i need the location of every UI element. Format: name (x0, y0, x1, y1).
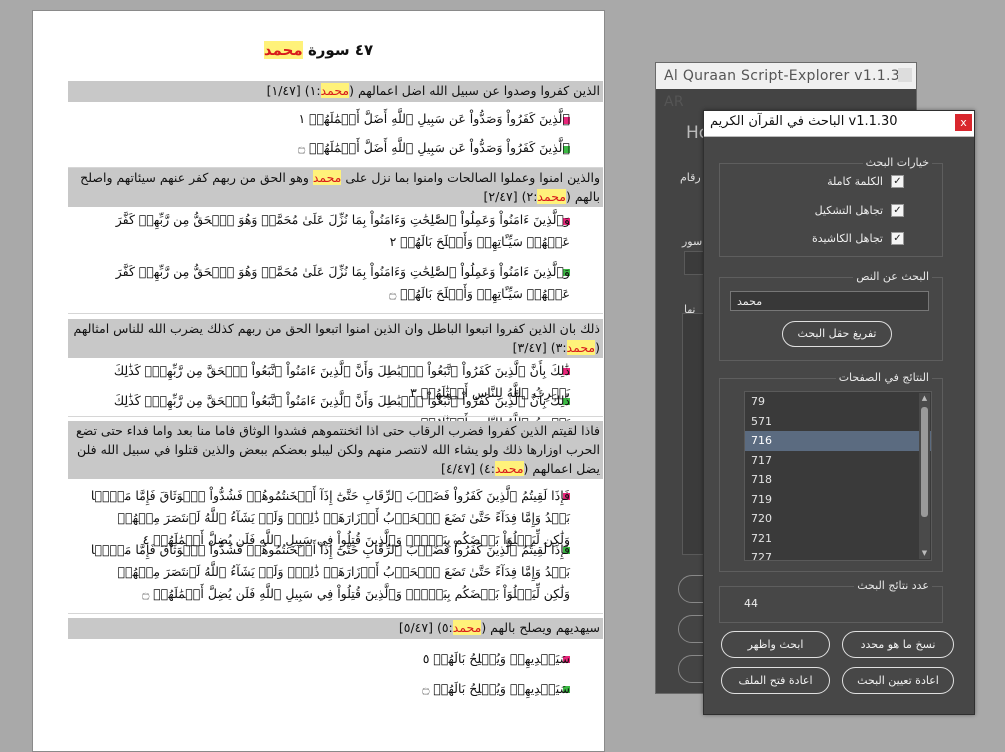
main-window-close-button[interactable] (898, 68, 912, 82)
separator (68, 313, 603, 314)
reset-search-button[interactable]: اعادة تعيين البحث (842, 667, 954, 694)
result-page-item-selected[interactable]: 716 (745, 431, 931, 451)
whole-word-label: الكلمة كاملة (827, 175, 883, 188)
verse-text: فَإِذَا لَقِيتُمُ ٱلَّذِينَ كَفَرُواْ فَ… (90, 542, 570, 601)
band-highlight: محمد (312, 170, 342, 185)
verse-text: ٱلَّذِينَ كَفَرُواْ وَصَدُّواْ عَن سَبِي… (297, 140, 570, 155)
search-text-label: البحث عن النص (853, 270, 932, 283)
scroll-thumb[interactable] (921, 407, 928, 517)
scroll-down-icon[interactable]: ▼ (920, 549, 929, 558)
result-page-item[interactable]: 719 (745, 490, 931, 510)
ignore-diacritics-label: تجاهل التشكيل (814, 204, 883, 217)
search-result-band: ذلك بان الذين كفروا اتبعوا الباطل وان ال… (68, 319, 603, 358)
band-highlight: محمد (566, 340, 596, 355)
search-result-band: فاذا لقيتم الذين كفروا فضرب الرقاب حتى ا… (68, 421, 603, 479)
scroll-up-icon[interactable]: ▲ (920, 394, 929, 403)
verse-text: سَيَهۡدِيهِمۡ وَيُصۡلِحُ بَالَهُمۡ ٥ (422, 651, 570, 666)
result-page-item[interactable]: 721 (745, 529, 931, 549)
verse-text: ٱلَّذِينَ كَفَرُواْ وَصَدُّواْ عَن سَبِي… (298, 111, 570, 126)
verse-text: وَٱلَّذِينَ ءَامَنُواْ وَعَمِلُواْ ٱلصَّ… (115, 264, 570, 301)
band-ref: :٤) [٤/٤٧] (441, 461, 495, 476)
ignore-kashida-label: تجاهل الكاشيدة (811, 232, 883, 245)
separator (68, 416, 603, 417)
search-result-band: الذين كفروا وصدوا عن سبيل الله اضل اعمال… (68, 81, 603, 102)
results-label: النتائج في الصفحات (835, 371, 932, 384)
results-list[interactable]: 79 571 716 717 718 719 720 721 727 ▲ ▼ (744, 391, 932, 561)
band-ref: :٣) [٣/٤٧] (512, 340, 567, 355)
band-ref: :٥) [٥/٤٧] (398, 620, 453, 635)
main-window-title: Al Quraan Script-Explorer v1.1.37 AR (664, 68, 910, 110)
verse-text: وَٱلَّذِينَ ءَامَنُواْ وَعَمِلُواْ ٱلصَّ… (115, 212, 570, 249)
band-highlight: محمد (320, 83, 350, 98)
results-scrollbar[interactable]: ▲ ▼ (919, 393, 930, 559)
document-page: ٤٧ سورة محمد الذين كفروا وصدوا عن سبيل ا… (32, 10, 605, 752)
search-text-group: البحث عن النص (719, 270, 943, 361)
result-page-item[interactable]: 79 (745, 392, 931, 412)
close-button[interactable]: x (955, 114, 972, 131)
band-text: والذين امنوا وعملوا الصالحات وامنوا بما … (341, 170, 600, 185)
band-text: سيهديهم ويصلح بالهم ( (481, 620, 600, 635)
whole-word-option[interactable]: ✓ الكلمة كاملة (827, 175, 904, 188)
surah-title-prefix: ٤٧ سورة (307, 41, 374, 59)
search-dialog-title: v1.1.30 الباحث في القرآن الكريم (710, 114, 898, 129)
separator (68, 613, 603, 614)
surah-title: ٤٧ سورة محمد (33, 41, 604, 59)
band-highlight: محمد (537, 189, 566, 204)
surah-title-highlight: محمد (263, 41, 303, 59)
search-input[interactable]: محمد (730, 291, 929, 311)
result-count-value: 44 (744, 597, 758, 610)
result-page-item[interactable]: 727 (745, 548, 931, 560)
result-page-item[interactable]: 717 (745, 451, 931, 471)
ignore-diacritics-checkbox[interactable]: ✓ (891, 204, 904, 217)
result-page-item[interactable]: 720 (745, 509, 931, 529)
result-page-item[interactable]: 718 (745, 470, 931, 490)
band-text: الذين كفروا وصدوا عن سبيل الله اضل اعمال… (349, 83, 600, 98)
result-count-label: عدد نتائج البحث (854, 579, 932, 592)
main-window-titlebar[interactable]: Al Quraan Script-Explorer v1.1.37 AR (656, 63, 916, 110)
ignore-diacritics-option[interactable]: ✓ تجاهل التشكيل (815, 204, 904, 217)
reopen-file-button[interactable]: اعادة فتح الملف (721, 667, 830, 694)
search-result-band: والذين امنوا وعملوا الصالحات وامنوا بما … (68, 168, 603, 207)
band-highlight: محمد (452, 620, 482, 635)
search-result-band: سيهديهم ويصلح بالهم (محمد:٥) [٥/٤٧] (68, 618, 603, 639)
search-dialog[interactable]: v1.1.30 الباحث في القرآن الكريم x خيارات… (703, 110, 975, 715)
copy-selected-button[interactable]: نسخ ما هو محدد (842, 631, 954, 658)
ignore-kashida-checkbox[interactable]: ✓ (891, 232, 904, 245)
result-page-item[interactable]: 571 (745, 412, 931, 432)
ignore-kashida-option[interactable]: ✓ تجاهل الكاشيدة (812, 232, 904, 245)
band-ref: :١) [١/٤٧] (266, 83, 321, 98)
suwar-label-fragment: سور (682, 235, 703, 248)
verse-text: سَيَهۡدِيهِمۡ وَيُصۡلِحُ بَالَهُمۡ ۝ (422, 681, 570, 696)
numbers-label-fragment: رقام (680, 171, 701, 184)
search-and-show-button[interactable]: ابحث واظهر (721, 631, 830, 658)
search-dialog-titlebar[interactable]: v1.1.30 الباحث في القرآن الكريم x (704, 111, 974, 137)
band-ref: :٢) [٢/٤٧] (483, 189, 538, 204)
clear-search-button[interactable]: تفريغ حقل البحث (782, 321, 892, 347)
search-options-label: خيارات البحث (862, 156, 932, 169)
whole-word-checkbox[interactable]: ✓ (891, 175, 904, 188)
band-highlight: محمد (494, 461, 524, 476)
